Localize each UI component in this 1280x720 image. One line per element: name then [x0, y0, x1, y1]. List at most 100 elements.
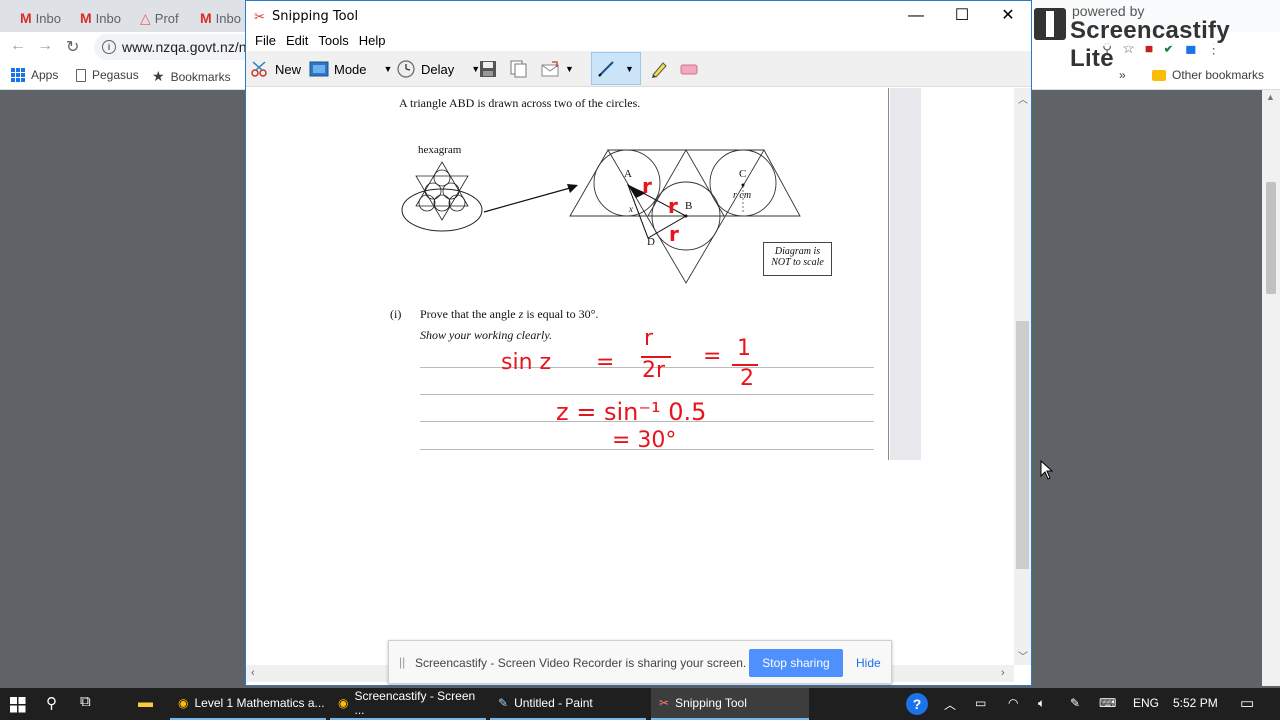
gmail-icon: M: [200, 10, 212, 26]
pen-button[interactable]: ▼: [596, 57, 634, 81]
show-hidden-icons[interactable]: ︿: [944, 696, 956, 713]
keyboard-icon[interactable]: ⌨: [1099, 696, 1116, 710]
mode-dropdown-icon[interactable]: ▼: [384, 64, 393, 74]
address-bar[interactable]: i www.nzqa.govt.nz/n: [94, 34, 264, 60]
close-button[interactable]: ✕: [985, 5, 1031, 27]
handwritten-equals-2: =: [703, 344, 722, 369]
screencastify-logo-icon: [1034, 8, 1066, 40]
handwritten-sin-z: sin z: [501, 350, 552, 375]
chrome-icon: ◉: [338, 696, 349, 710]
handwritten-numerator-r: r: [644, 326, 654, 351]
label-a: A: [624, 168, 632, 180]
sharing-message: Screencastify - Screen Video Recorder is…: [415, 656, 747, 670]
scroll-left-icon[interactable]: ‹: [251, 667, 255, 679]
scissors-icon: [251, 61, 267, 77]
send-dropdown-icon[interactable]: ▼: [565, 64, 574, 74]
browser-tab-2[interactable]: M Inbo: [72, 4, 132, 32]
screencastify-brand: Screencastify Lite: [1070, 17, 1230, 72]
wifi-icon[interactable]: ◠: [1008, 696, 1018, 710]
minimize-button[interactable]: —: [893, 5, 939, 27]
bookmark-apps[interactable]: Apps: [11, 68, 58, 82]
scissors-icon: ✂: [659, 696, 670, 710]
label-c: C: [739, 168, 747, 180]
info-icon[interactable]: i: [102, 40, 116, 54]
search-icon[interactable]: ⚲: [46, 694, 57, 712]
snip-canvas: A triangle ABD is drawn across two of th…: [246, 88, 1031, 665]
menu-edit[interactable]: Edit: [281, 31, 313, 51]
clock-icon: [397, 60, 415, 78]
handwritten-inverse-sine: z = sin⁻¹ 0.5: [556, 398, 707, 426]
page-scrollbar[interactable]: ▲: [1262, 90, 1280, 686]
url-text: www.nzqa.govt.nz/n: [122, 39, 247, 55]
gmail-icon: M: [20, 10, 32, 26]
forward-icon[interactable]: →: [37, 37, 53, 55]
vertical-scroll-thumb[interactable]: [1016, 321, 1029, 569]
bookmark-bookmarks[interactable]: ★ Bookmarks: [152, 68, 231, 85]
browser-tab-1[interactable]: M Inbo: [12, 4, 72, 32]
delay-button[interactable]: Delay ▼: [396, 57, 480, 81]
new-snip-button[interactable]: New: [250, 57, 301, 81]
label-b: B: [685, 200, 693, 212]
mode-button[interactable]: Mode ▼: [309, 57, 392, 81]
browser-tab-4[interactable]: M Inbo: [192, 4, 252, 32]
battery-icon[interactable]: ▭: [975, 696, 986, 710]
gmail-icon: M: [80, 10, 92, 26]
language-indicator[interactable]: ENG: [1133, 696, 1159, 710]
send-snip-button[interactable]: ▼: [540, 57, 574, 81]
help-icon[interactable]: ?: [906, 693, 928, 715]
pen-dropdown-icon[interactable]: ▼: [625, 64, 634, 74]
apps-grid-icon: [11, 68, 25, 82]
browser-tab-3[interactable]: △ Prof: [132, 4, 192, 32]
taskbar-item-chrome-screencastify[interactable]: ◉ Screencastify - Screen ...: [330, 688, 486, 720]
hexagram-label: hexagram: [418, 144, 462, 156]
reload-icon[interactable]: ↻: [66, 37, 79, 57]
scroll-up-icon[interactable]: ▲: [1266, 92, 1275, 102]
save-button[interactable]: [478, 57, 498, 81]
menu-tools[interactable]: Tools: [313, 31, 353, 51]
taskbar-item-chrome-math[interactable]: ◉ Level 1 Mathematics a...: [170, 688, 326, 720]
menu-file[interactable]: File: [250, 31, 281, 51]
taskbar-item-paint[interactable]: ✎ Untitled - Paint: [490, 688, 646, 720]
paint-icon: ✎: [498, 696, 509, 710]
scroll-right-icon[interactable]: ›: [1001, 667, 1005, 679]
windows-taskbar: ⚲ ⧉ ▬ ◉ Level 1 Mathematics a... ◉ Scree…: [0, 688, 1280, 720]
highlighter-button[interactable]: [649, 57, 669, 81]
handwritten-numerator-1: 1: [737, 336, 751, 361]
save-icon: [480, 61, 496, 77]
arrow-to-detail: [483, 184, 578, 213]
captured-exam-page: A triangle ABD is drawn across two of th…: [246, 88, 889, 460]
pen-workspace-icon[interactable]: ✎: [1070, 696, 1080, 710]
taskbar-item-snipping-tool[interactable]: ✂ Snipping Tool: [651, 688, 809, 720]
stop-sharing-button[interactable]: Stop sharing: [749, 649, 843, 677]
scale-note-line-2: NOT to scale: [771, 257, 824, 268]
question-text: Prove that the angle z is equal to 30°.: [420, 307, 599, 321]
task-view-icon[interactable]: ⧉: [80, 693, 91, 710]
scale-note-line-1: Diagram is: [774, 246, 821, 257]
handwritten-equals-1: =: [596, 350, 615, 375]
page-scroll-thumb[interactable]: [1266, 182, 1276, 294]
menu-help[interactable]: Help: [354, 31, 391, 51]
windows-start-icon[interactable]: [10, 697, 26, 713]
envelope-icon: [541, 61, 559, 77]
radius-label: r cm: [733, 190, 752, 201]
scroll-up-icon[interactable]: ︿: [1018, 91, 1028, 106]
maximize-button[interactable]: ☐: [939, 5, 985, 27]
drag-handle-icon[interactable]: ||: [399, 655, 405, 669]
chrome-icon: ◉: [178, 696, 189, 710]
volume-icon[interactable]: 🔈︎: [1038, 696, 1045, 711]
notifications-icon[interactable]: ▭: [1240, 694, 1254, 712]
bookmark-pegasus[interactable]: Pegasus: [76, 68, 139, 82]
title-bar[interactable]: ✂ Snipping Tool — ☐ ✕: [246, 1, 1031, 31]
file-explorer-icon[interactable]: ▬: [138, 694, 153, 711]
scroll-down-icon[interactable]: ﹀: [1018, 648, 1028, 663]
hide-banner-button[interactable]: Hide: [856, 656, 881, 670]
eraser-button[interactable]: [679, 57, 699, 81]
mode-rectangle-icon: [309, 61, 329, 77]
star-icon: ★: [152, 68, 165, 84]
clock-time[interactable]: 5:52 PM: [1173, 696, 1218, 710]
eraser-icon: [680, 64, 698, 75]
back-icon[interactable]: ←: [10, 37, 26, 55]
label-d: D: [647, 236, 655, 248]
snip-vertical-scrollbar[interactable]: ︿ ﹀: [1014, 88, 1031, 665]
copy-button[interactable]: [508, 57, 528, 81]
